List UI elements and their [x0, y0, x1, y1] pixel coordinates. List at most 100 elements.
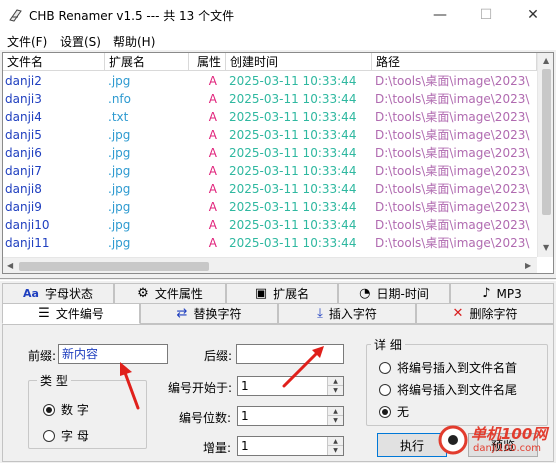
digits-spinner[interactable]: 1 ▲ ▼	[237, 406, 344, 426]
tab-label: MP3	[496, 286, 522, 301]
replace-icon: ⇄	[176, 306, 188, 321]
table-row[interactable]: danji9 .jpg A 2025-03-11 10:33:44 D:\tools\桌…	[3, 198, 537, 216]
cell-attr: A	[208, 236, 217, 250]
spin-down-icon[interactable]: ▼	[328, 416, 343, 425]
spin-up-icon[interactable]: ▲	[328, 437, 343, 446]
scroll-right-icon[interactable]: ▶	[525, 261, 531, 270]
cell-time: 2025-03-11 10:33:44	[229, 218, 357, 232]
clock-icon: ◔	[359, 286, 371, 301]
menu-file[interactable]: 文件(F)	[7, 33, 47, 50]
cell-path: D:\tools\桌面\image\2023\	[375, 218, 530, 232]
start-label: 编号开始于:	[168, 381, 233, 395]
watermark-logo-icon	[438, 425, 468, 455]
watermark-sub: danji100.com	[473, 443, 541, 454]
start-value: 1	[241, 379, 249, 393]
horizontal-scrollbar[interactable]: ◀ ▶	[3, 257, 537, 273]
cell-ext: .jpg	[108, 236, 131, 250]
tab-insert-chars[interactable]: ⤓ 插入字符	[278, 303, 416, 324]
prefix-input[interactable]: 新内容	[58, 344, 168, 364]
column-header-ext[interactable]: 扩展名	[105, 53, 189, 71]
column-header-path[interactable]: 路径	[372, 53, 537, 71]
cell-attr: A	[208, 146, 217, 160]
tab-delete-chars[interactable]: ✕ 删除字符	[416, 303, 554, 324]
maximize-button[interactable]: ☐	[463, 0, 509, 30]
table-row[interactable]: danji8 .jpg A 2025-03-11 10:33:44 D:\tools\桌…	[3, 180, 537, 198]
spin-up-icon[interactable]: ▲	[328, 407, 343, 416]
spin-up-icon[interactable]: ▲	[328, 377, 343, 386]
menu-settings[interactable]: 设置(S)	[60, 33, 101, 50]
vertical-scroll-thumb[interactable]	[542, 69, 551, 215]
digits-label: 编号位数:	[179, 411, 232, 425]
file-list[interactable]: 文件名 扩展名 属性 创建时间 路径 danji2 .jpg A 2025-03-11…	[2, 52, 554, 274]
cell-attr: A	[208, 110, 217, 124]
tab-date-time[interactable]: ◔ 日期-时间	[338, 283, 450, 304]
radio-label: 数 字	[61, 403, 89, 417]
splitter[interactable]	[0, 278, 556, 281]
menu-help[interactable]: 帮助(H)	[113, 33, 155, 50]
cell-ext: .txt	[108, 110, 129, 124]
table-row[interactable]: danji7 .jpg A 2025-03-11 10:33:44 D:\tools\桌…	[3, 162, 537, 180]
close-button[interactable]: ✕	[510, 0, 556, 30]
cell-ext: .jpg	[108, 146, 131, 160]
cell-name: danji9	[5, 200, 42, 214]
app-icon	[9, 9, 22, 22]
radio-label: 将编号插入到文件名首	[397, 361, 518, 375]
cell-ext: .jpg	[108, 74, 131, 88]
detail-none-radio[interactable]: 无	[379, 403, 409, 420]
cell-path: D:\tools\桌面\image\2023\	[375, 110, 530, 124]
table-row[interactable]: danji4 .txt A 2025-03-11 10:33:44 D:\tools\桌…	[3, 108, 537, 126]
table-row[interactable]: danji3 .nfo A 2025-03-11 10:33:44 D:\tools\桌…	[3, 90, 537, 108]
type-letter-radio[interactable]: 字 母	[43, 427, 89, 444]
tab-replace-chars[interactable]: ⇄ 替换字符	[140, 303, 278, 324]
prefix-label: 前缀:	[28, 349, 57, 363]
horizontal-scroll-thumb[interactable]	[19, 262, 209, 271]
cell-path: D:\tools\桌面\image\2023\	[375, 164, 530, 178]
tab-label: 文件属性	[154, 287, 203, 301]
vertical-scrollbar[interactable]: ▲ ▼	[537, 53, 553, 257]
radio-selected-icon	[43, 403, 55, 416]
radio-label: 无	[397, 405, 410, 419]
type-group-title: 类 型	[37, 372, 71, 389]
tab-mp3[interactable]: ♪ MP3	[450, 283, 554, 304]
cell-name: danji4	[5, 110, 42, 124]
cell-time: 2025-03-11 10:33:44	[229, 128, 357, 142]
tab-letter-case[interactable]: Aa 字母状态	[2, 283, 114, 304]
radio-empty-icon	[379, 361, 391, 374]
cell-ext: .jpg	[108, 200, 131, 214]
spin-down-icon[interactable]: ▼	[328, 386, 343, 395]
table-row[interactable]: danji11 .jpg A 2025-03-11 10:33:44 D:\tools\…	[3, 234, 537, 252]
table-row[interactable]: danji10 .jpg A 2025-03-11 10:33:44 D:\tools\…	[3, 216, 537, 234]
detail-prefix-radio[interactable]: 将编号插入到文件名首	[379, 359, 517, 376]
table-row[interactable]: danji6 .jpg A 2025-03-11 10:33:44 D:\tools\桌…	[3, 144, 537, 162]
tab-label: 日期-时间	[376, 287, 429, 301]
table-row[interactable]: danji5 .jpg A 2025-03-11 10:33:44 D:\tools\桌…	[3, 126, 537, 144]
cell-time: 2025-03-11 10:33:44	[229, 146, 357, 160]
list-number-icon: ☰	[38, 306, 50, 321]
annotation-arrow-icon	[282, 346, 324, 388]
detail-group-title: 详 细	[371, 336, 405, 353]
scroll-left-icon[interactable]: ◀	[7, 261, 13, 270]
column-header-time[interactable]: 创建时间	[226, 53, 372, 71]
tab-file-number[interactable]: ☰ 文件编号	[2, 303, 140, 324]
column-header-name[interactable]: 文件名	[3, 53, 105, 71]
cell-time: 2025-03-11 10:33:44	[229, 182, 357, 196]
detail-group: 详 细 将编号插入到文件名首 将编号插入到文件名尾 无	[366, 336, 548, 426]
spin-down-icon[interactable]: ▼	[328, 446, 343, 455]
cell-time: 2025-03-11 10:33:44	[229, 110, 357, 124]
cell-path: D:\tools\桌面\image\2023\	[375, 200, 530, 214]
increment-spinner[interactable]: 1 ▲ ▼	[237, 436, 344, 456]
suffix-label: 后缀:	[204, 349, 233, 363]
minimize-button[interactable]: —	[417, 0, 463, 30]
type-number-radio[interactable]: 数 字	[43, 401, 89, 418]
table-row[interactable]: danji2 .jpg A 2025-03-11 10:33:44 D:\tools\桌…	[3, 72, 537, 90]
cell-time: 2025-03-11 10:33:44	[229, 200, 357, 214]
column-header-attr[interactable]: 属性	[189, 53, 226, 71]
scroll-up-icon[interactable]: ▲	[543, 56, 549, 65]
tab-file-attributes[interactable]: ⚙ 文件属性	[114, 283, 226, 304]
cell-attr: A	[208, 74, 217, 88]
detail-suffix-radio[interactable]: 将编号插入到文件名尾	[379, 381, 517, 398]
scroll-down-icon[interactable]: ▼	[543, 243, 549, 252]
cell-name: danji11	[5, 236, 50, 250]
cell-attr: A	[208, 200, 217, 214]
tab-extension[interactable]: ▣ 扩展名	[226, 283, 338, 304]
